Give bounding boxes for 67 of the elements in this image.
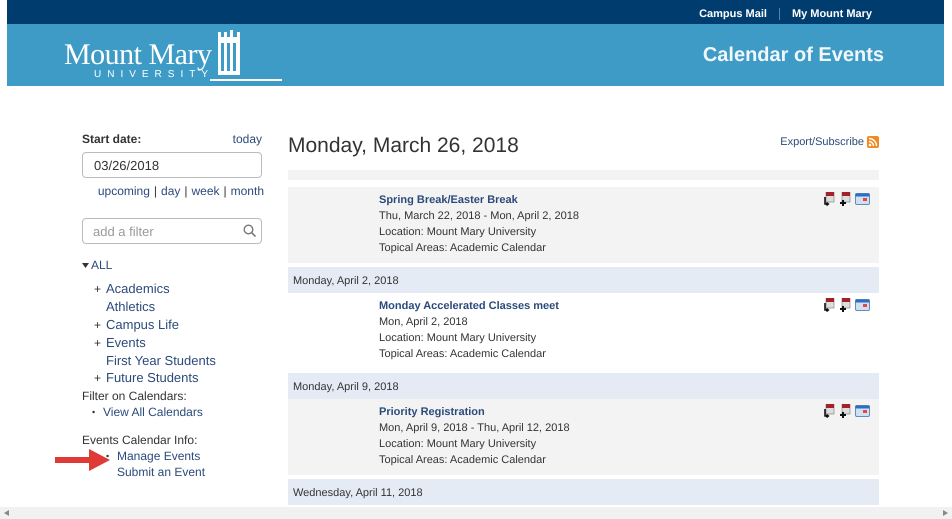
event-title[interactable]: Spring Break/Easter Break — [379, 192, 579, 208]
tree-item[interactable]: Academics — [106, 280, 170, 298]
expand-toggle[interactable]: + — [94, 334, 106, 352]
document-add-icon[interactable] — [839, 404, 851, 418]
tower-icon — [210, 29, 282, 83]
annotation-arrow — [55, 447, 111, 473]
date-heading: Monday, March 26, 2018 — [288, 133, 519, 159]
document-download-icon[interactable] — [823, 404, 835, 418]
event-location: Location: Mount Mary University — [379, 224, 538, 240]
top-link[interactable]: Campus Mail — [687, 6, 779, 22]
range-link[interactable]: day — [161, 182, 180, 200]
export-subscribe-text[interactable]: Export/Subscribe — [780, 134, 864, 150]
page-title: Calendar of Events — [702, 43, 884, 68]
today-link[interactable]: today — [232, 130, 262, 148]
calendar-icon[interactable] — [855, 192, 870, 206]
expand-toggle[interactable]: + — [94, 316, 106, 334]
event-topics: Topical Areas: Academic Calendar — [379, 346, 547, 362]
date-field[interactable]: 03/26/2018 — [82, 152, 262, 178]
range-link[interactable]: upcoming — [98, 182, 150, 200]
section-heading: Events Calendar Info: — [82, 432, 198, 448]
tree-item[interactable]: Athletics — [106, 298, 156, 316]
tree-item[interactable]: ALL — [91, 256, 112, 274]
bullet: • — [92, 406, 96, 420]
tree-item[interactable]: Campus Life — [106, 316, 179, 334]
tree-item[interactable]: First Year Students — [106, 352, 216, 370]
date-header-text: Wednesday, April 11, 2018 — [293, 486, 423, 498]
scroll-right-icon[interactable] — [943, 510, 948, 516]
event-title[interactable]: Monday Accelerated Classes meet — [379, 298, 559, 314]
sidebar-link[interactable]: Manage Events — [117, 448, 200, 464]
tree-item[interactable]: Events — [106, 334, 146, 352]
calendar-icon[interactable] — [855, 404, 870, 418]
date-header-text: Monday, April 9, 2018 — [293, 380, 399, 392]
section-heading: Filter on Calendars: — [82, 388, 188, 404]
sidebar-link[interactable]: Submit an Event — [117, 464, 206, 480]
caret-down-icon[interactable] — [82, 262, 89, 268]
event-when: Mon, April 9, 2018 - Thu, April 12, 2018 — [379, 420, 570, 436]
bullet: • — [106, 450, 110, 464]
top-link[interactable]: My Mount Mary — [780, 6, 884, 22]
document-add-icon[interactable] — [839, 192, 851, 206]
scroll-left-icon[interactable] — [4, 510, 9, 516]
document-download-icon[interactable] — [823, 298, 835, 312]
range-separator: | — [184, 183, 188, 200]
date-header-text: Monday, April 2, 2018 — [293, 274, 399, 286]
range-link[interactable]: month — [230, 182, 264, 200]
filter-field[interactable]: add a filter — [82, 218, 262, 244]
logo-name: Mount Mary — [64, 41, 213, 69]
range-link[interactable]: week — [192, 182, 220, 200]
search-icon[interactable] — [243, 224, 256, 237]
calendar-icon[interactable] — [855, 298, 870, 312]
event-when: Mon, April 2, 2018 — [379, 314, 469, 330]
sidebar-link[interactable]: View All Calendars — [103, 404, 203, 420]
document-download-icon[interactable] — [823, 192, 835, 206]
tree-item[interactable]: Future Students — [106, 369, 198, 388]
event-topics: Topical Areas: Academic Calendar — [379, 452, 547, 468]
event-location: Location: Mount Mary University — [379, 330, 538, 346]
expand-toggle[interactable]: + — [94, 369, 106, 388]
horizontal-scrollbar[interactable] — [0, 507, 952, 519]
expand-toggle[interactable]: + — [94, 280, 106, 298]
event-location: Location: Mount Mary University — [379, 436, 538, 452]
range-separator: | — [224, 183, 227, 200]
event-title[interactable]: Priority Registration — [379, 404, 570, 420]
range-separator: | — [154, 183, 158, 200]
event-topics: Topical Areas: Academic Calendar — [379, 240, 547, 256]
event-when: Thu, March 22, 2018 - Mon, April 2, 2018 — [379, 208, 579, 224]
document-add-icon[interactable] — [839, 298, 851, 312]
start-date-label: Start date: — [82, 131, 142, 148]
logo-subtitle: UNIVERSITY — [93, 69, 214, 81]
